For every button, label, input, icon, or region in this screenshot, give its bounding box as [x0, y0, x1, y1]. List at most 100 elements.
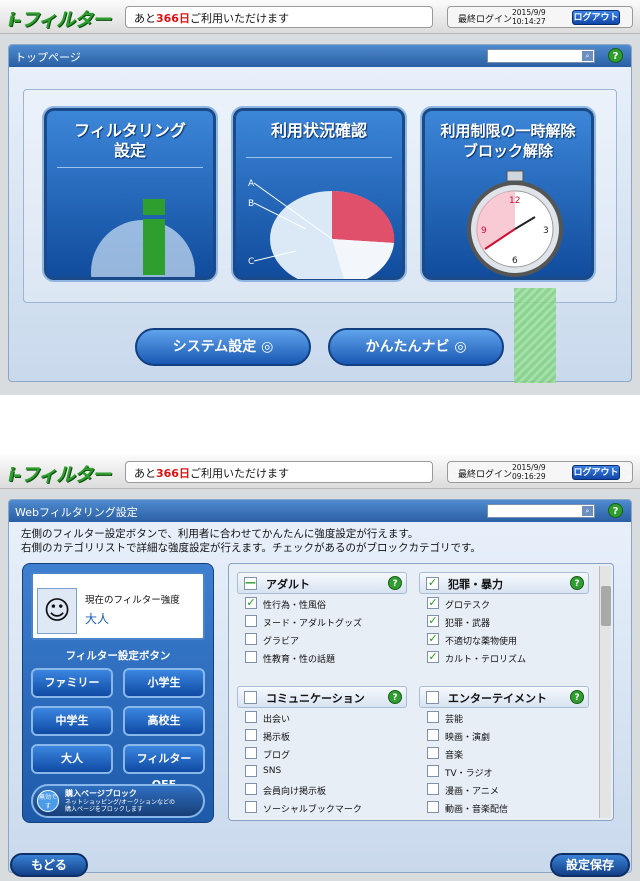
list-item[interactable]: 映画・演劇: [419, 726, 589, 744]
list-item[interactable]: 会員向け掲示板: [237, 780, 407, 798]
item-label: 掲示板: [263, 733, 291, 743]
item-checkbox[interactable]: [245, 747, 257, 759]
category-checkbox[interactable]: [426, 691, 439, 704]
divider: [246, 157, 392, 158]
item-checkbox[interactable]: [245, 615, 257, 627]
current-filter-value: 大人: [85, 612, 110, 626]
item-checkbox[interactable]: ✓: [245, 597, 257, 609]
back-button[interactable]: もどる: [10, 853, 88, 877]
filter-preset-panel: ☺ 現在のフィルター強度 大人 フィルター設定ボタン ファミリー 小学生 中学生…: [22, 563, 214, 823]
item-checkbox[interactable]: [245, 711, 257, 723]
preset-filter-off-button[interactable]: フィルターOFF: [123, 744, 205, 791]
clock-9: 9: [481, 226, 487, 236]
search-input[interactable]: ⌕: [487, 49, 595, 63]
logout-button[interactable]: ログアウト: [572, 10, 620, 25]
purchase-page-block-button[interactable]: 無効です 購入ページブロック ネットショッピング/オークションなどの 購入ページを…: [31, 784, 205, 818]
list-item[interactable]: TV・ラジオ: [419, 762, 589, 780]
item-label: 性行為・性風俗: [263, 601, 327, 611]
category-checkbox[interactable]: [244, 691, 257, 704]
list-item[interactable]: ✓ 犯罪・武器: [419, 612, 589, 630]
list-item[interactable]: ✓ 不適切な薬物使用: [419, 630, 589, 648]
child-avatar-icon: ☺: [37, 588, 77, 634]
last-login-label: 最終ログイン: [458, 15, 513, 25]
filter-buttons-title: フィルター設定ボタン: [65, 650, 171, 662]
item-checkbox[interactable]: [427, 783, 439, 795]
item-checkbox[interactable]: [427, 765, 439, 777]
filtering-settings-tile[interactable]: フィルタリング 設定: [44, 108, 216, 280]
category-checkbox[interactable]: ✓: [426, 577, 439, 590]
list-item[interactable]: ✓ グロテスク: [419, 594, 589, 612]
category-scrollbar[interactable]: [599, 566, 611, 818]
list-item[interactable]: 性教育・性の話題: [237, 648, 407, 666]
help-icon[interactable]: ?: [388, 690, 402, 704]
item-checkbox[interactable]: [245, 765, 257, 777]
list-item[interactable]: 芸能: [419, 708, 589, 726]
item-label: 動画・音楽配信: [445, 805, 509, 815]
usage-check-tile[interactable]: 利用状況確認 A B C: [233, 108, 405, 280]
help-icon[interactable]: ?: [608, 48, 623, 63]
scrollbar-thumb[interactable]: [601, 586, 611, 626]
help-icon[interactable]: ?: [570, 690, 584, 704]
list-item[interactable]: グラビア: [237, 630, 407, 648]
preset-family-button[interactable]: ファミリー: [31, 668, 113, 698]
item-checkbox[interactable]: [427, 711, 439, 723]
list-item[interactable]: ブログ: [237, 744, 407, 762]
list-item[interactable]: 掲示板: [237, 726, 407, 744]
clock-3: 3: [543, 226, 549, 236]
search-icon[interactable]: ⌕: [582, 506, 593, 516]
item-label: ヌード・アダルトグッズ: [263, 619, 363, 629]
help-icon[interactable]: ?: [608, 503, 623, 518]
list-item[interactable]: ヌード・アダルトグッズ: [237, 612, 407, 630]
category-crime-violence: ✓ 犯罪・暴力? ✓ グロテスク ✓ 犯罪・武器 ✓ 不適切な薬物使用 ✓ カルト・テロリ…: [419, 572, 589, 666]
category-header[interactable]: コミュニケーション?: [237, 686, 407, 708]
list-item[interactable]: 漫画・アニメ: [419, 780, 589, 798]
item-checkbox[interactable]: [245, 801, 257, 813]
help-icon[interactable]: ?: [388, 576, 402, 590]
list-item[interactable]: 出会い: [237, 708, 407, 726]
item-checkbox[interactable]: ✓: [427, 597, 439, 609]
clock-12: 12: [509, 196, 520, 206]
preset-junior-high-button[interactable]: 中学生: [31, 706, 113, 736]
item-checkbox[interactable]: ✓: [427, 633, 439, 645]
item-checkbox[interactable]: ✓: [427, 615, 439, 627]
item-checkbox[interactable]: [245, 729, 257, 741]
current-filter-label: 現在のフィルター強度: [85, 595, 180, 606]
preset-adult-button[interactable]: 大人: [31, 744, 113, 774]
list-item[interactable]: SNS: [237, 762, 407, 780]
easy-navi-button[interactable]: かんたんナビ ◎: [328, 328, 504, 366]
logout-button[interactable]: ログアウト: [572, 465, 620, 480]
tile-title-line2: ブロック解除: [462, 142, 553, 160]
preset-elementary-button[interactable]: 小学生: [123, 668, 205, 698]
system-settings-button[interactable]: システム設定 ◎: [135, 328, 311, 366]
item-checkbox[interactable]: [427, 729, 439, 741]
list-item[interactable]: 音楽: [419, 744, 589, 762]
item-label: 性教育・性の話題: [263, 655, 336, 665]
list-item[interactable]: ✓ 性行為・性風俗: [237, 594, 407, 612]
category-checkbox[interactable]: —: [244, 577, 257, 590]
current-filter-box: ☺ 現在のフィルター強度 大人: [31, 572, 205, 640]
category-header[interactable]: エンターテイメント?: [419, 686, 589, 708]
help-icon[interactable]: ?: [570, 576, 584, 590]
item-checkbox[interactable]: [427, 747, 439, 759]
preset-high-school-button[interactable]: 高校生: [123, 706, 205, 736]
item-checkbox[interactable]: [245, 783, 257, 795]
item-checkbox[interactable]: [245, 633, 257, 645]
search-input[interactable]: ⌕: [487, 504, 595, 518]
list-item[interactable]: 動画・音楽配信: [419, 798, 589, 816]
category-header[interactable]: — アダルト?: [237, 572, 407, 594]
category-name: 犯罪・暴力: [448, 578, 503, 591]
item-checkbox[interactable]: ✓: [427, 651, 439, 663]
item-checkbox[interactable]: [245, 651, 257, 663]
category-adult: — アダルト? ✓ 性行為・性風俗 ヌード・アダルトグッズ グラビア 性教育・性の話…: [237, 572, 407, 666]
search-icon[interactable]: ⌕: [582, 51, 593, 61]
tile-title-line1: 利用制限の一時解除: [440, 122, 576, 140]
item-checkbox[interactable]: [427, 801, 439, 813]
tile-title: 利用状況確認: [236, 111, 402, 141]
panel-title: トップページ: [15, 51, 81, 64]
list-item[interactable]: ✓ カルト・テロリズム: [419, 648, 589, 666]
save-settings-button[interactable]: 設定保存: [550, 853, 630, 877]
list-item[interactable]: ソーシャルブックマーク: [237, 798, 407, 816]
temporary-unlock-tile[interactable]: 利用制限の一時解除 ブロック解除 12 3 6 9: [422, 108, 594, 280]
category-header[interactable]: ✓ 犯罪・暴力?: [419, 572, 589, 594]
last-login-datetime: 2015/9/9 09:16:29: [512, 463, 546, 481]
